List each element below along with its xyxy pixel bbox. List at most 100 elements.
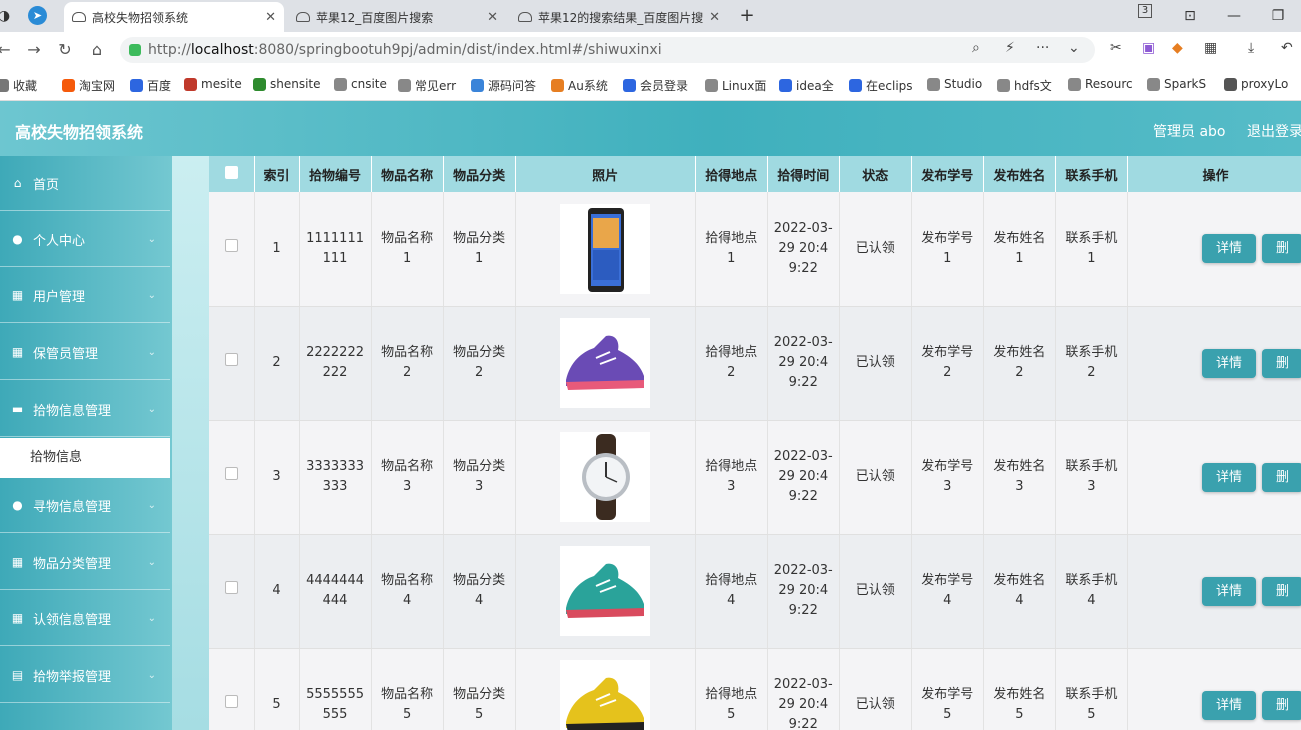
row-checkbox[interactable] [224,467,238,480]
bookmark-item[interactable]: Studio [927,77,982,91]
shirt-icon[interactable]: ⊡ [1180,6,1200,26]
bookmark-item[interactable]: 淘宝网 [62,77,115,94]
delete-button[interactable]: 删 [1261,690,1301,720]
minimize-icon[interactable]: — [1224,6,1244,26]
reload-icon[interactable]: ↻ [55,40,75,59]
cell-student-id: 发布学号5 [911,648,984,730]
column-header: 物品名称 [371,156,444,192]
sidebar-item[interactable]: ▦ 认领信息管理 ⌄ [0,591,170,646]
chevron-down-icon: ⌄ [147,233,156,245]
detail-button[interactable]: 详情 [1201,690,1256,720]
bookmark-item[interactable]: 在eclips [849,77,913,94]
undo-icon[interactable]: ↶ [1281,40,1293,56]
bookmark-favicon-icon [398,79,411,92]
bookmark-favicon-icon [1147,77,1160,91]
bookmark-label: proxyLo [1241,77,1289,91]
table-row: 3 3333333333 物品名称3 物品分类3 拾得地点3 2022-03-29 20:… [209,420,1301,535]
column-header: 拾得时间 [767,156,840,192]
scissors-icon[interactable]: ✂ [1110,40,1122,56]
cell-actions: 详情删 [1127,420,1301,535]
back-icon[interactable]: ← [0,40,14,59]
sidebar-item[interactable]: ▦ 物品分类管理 ⌄ [0,535,170,590]
select-all-checkbox[interactable] [224,165,238,179]
home-icon[interactable]: ⌂ [87,40,107,59]
bookmark-label: idea全 [796,79,834,93]
row-select-cell[interactable] [209,306,255,421]
bookmark-item[interactable]: cnsite [334,77,387,91]
bookmark-item[interactable]: idea全 [779,77,834,94]
tab-baidu-search[interactable]: 苹果12_百度图片搜索 ✕ [288,2,506,32]
bookmark-item[interactable]: hdfs文 [997,77,1052,94]
detail-button[interactable]: 详情 [1201,348,1256,378]
flash-icon[interactable]: ⚡ [1005,40,1015,56]
row-select-cell[interactable] [209,192,255,307]
sidebar-item[interactable]: ▬ 拾物信息管理 ⌄ [0,382,170,437]
delete-button[interactable]: 删 [1261,234,1301,264]
close-icon[interactable]: ✕ [487,10,498,25]
translate-icon[interactable]: ▣ [1142,40,1155,56]
close-icon[interactable]: ✕ [265,10,276,25]
sidebar-subitem-lost-info[interactable]: 拾物信息 [0,438,170,478]
cell-student-name: 发布姓名5 [983,648,1056,730]
row-checkbox[interactable] [224,238,238,252]
bookmark-item[interactable]: 常见err [398,77,456,94]
sidebar-item[interactable]: ● 个人中心 ⌄ [0,212,170,267]
download-icon[interactable]: ⤓ [1248,40,1254,56]
bookmark-item[interactable]: Resourc [1068,77,1133,91]
restore-icon[interactable]: ❐ [1268,6,1288,26]
bookmark-item[interactable]: mesite [184,77,242,91]
cell-photo [515,306,696,421]
select-all-header[interactable] [209,156,255,192]
tab-lost-found[interactable]: 高校失物招领系统 ✕ [64,2,284,32]
cell-item-name: 物品名称1 [371,192,444,307]
url-input[interactable]: http://localhost:8080/springbootuh9pj/ad… [120,37,1095,63]
delete-button[interactable]: 删 [1261,348,1301,378]
bookmark-favicon-icon [471,79,484,92]
delete-button[interactable]: 删 [1261,576,1301,606]
detail-button[interactable]: 详情 [1201,576,1256,606]
row-checkbox[interactable] [224,695,238,708]
profile-icon[interactable]: ◑ [0,6,14,26]
bookmark-item[interactable]: shensite [253,77,321,91]
cell-found-time: 2022-03-29 20:49:22 [767,648,840,730]
detail-button[interactable]: 详情 [1201,234,1256,264]
bookmark-item[interactable]: 百度 [130,77,171,94]
table-header-row: 索引 拾物编号 物品名称 物品分类 照片 拾得地点 拾得时间 状态 发布学号 发布姓名 联系手机 操作 [209,156,1301,192]
telegram-icon[interactable]: ➤ [28,6,47,25]
bookmark-item[interactable]: 收藏 [0,77,37,94]
sidebar-item[interactable]: ⌂ 首页 [0,156,170,211]
new-tab-button[interactable]: + [737,6,757,26]
bookmark-label: 源码问答 [488,79,537,93]
tab-count-icon[interactable]: 3 [1138,4,1152,18]
row-select-cell[interactable] [209,420,255,535]
cell-item-code: 1111111111 [299,192,372,307]
chevron-down-icon[interactable]: ⌄ [1068,40,1080,56]
zoom-icon[interactable]: ⌕ [972,40,980,56]
bookmark-item[interactable]: 会员登录 [623,77,688,94]
apps-icon[interactable]: ▦ [1204,40,1217,56]
sidebar-item[interactable]: ▦ 用户管理 ⌄ [0,268,170,323]
game-icon[interactable]: ◆ [1172,40,1183,56]
tab-baidu-results[interactable]: 苹果12的搜索结果_百度图片搜 ✕ [510,2,728,32]
bookmark-item[interactable]: proxyLo [1224,77,1288,91]
sidebar-item[interactable]: ▤ 拾物举报管理 ⌄ [0,648,170,703]
bookmark-item[interactable]: Linux面 [705,77,766,94]
delete-button[interactable]: 删 [1261,462,1301,492]
row-checkbox[interactable] [224,581,238,594]
more-icon[interactable]: ··· [1036,40,1049,56]
bookmark-item[interactable]: 源码问答 [471,77,536,94]
bookmark-favicon-icon [253,77,266,91]
sidebar-item[interactable]: ● 寻物信息管理 ⌄ [0,478,170,533]
row-select-cell[interactable] [209,534,255,649]
forward-icon[interactable]: → [24,40,44,59]
detail-button[interactable]: 详情 [1201,462,1256,492]
bookmark-item[interactable]: SparkS [1147,77,1206,91]
row-select-cell[interactable] [209,648,255,730]
logout-button[interactable]: 退出登录 [1247,121,1301,141]
bookmark-item[interactable]: Au系统 [551,77,608,94]
cell-actions: 详情删 [1127,534,1301,649]
sidebar-item[interactable]: ▦ 保管员管理 ⌄ [0,325,170,380]
column-header: 照片 [515,156,696,192]
row-checkbox[interactable] [224,353,238,366]
close-icon[interactable]: ✕ [709,10,720,25]
